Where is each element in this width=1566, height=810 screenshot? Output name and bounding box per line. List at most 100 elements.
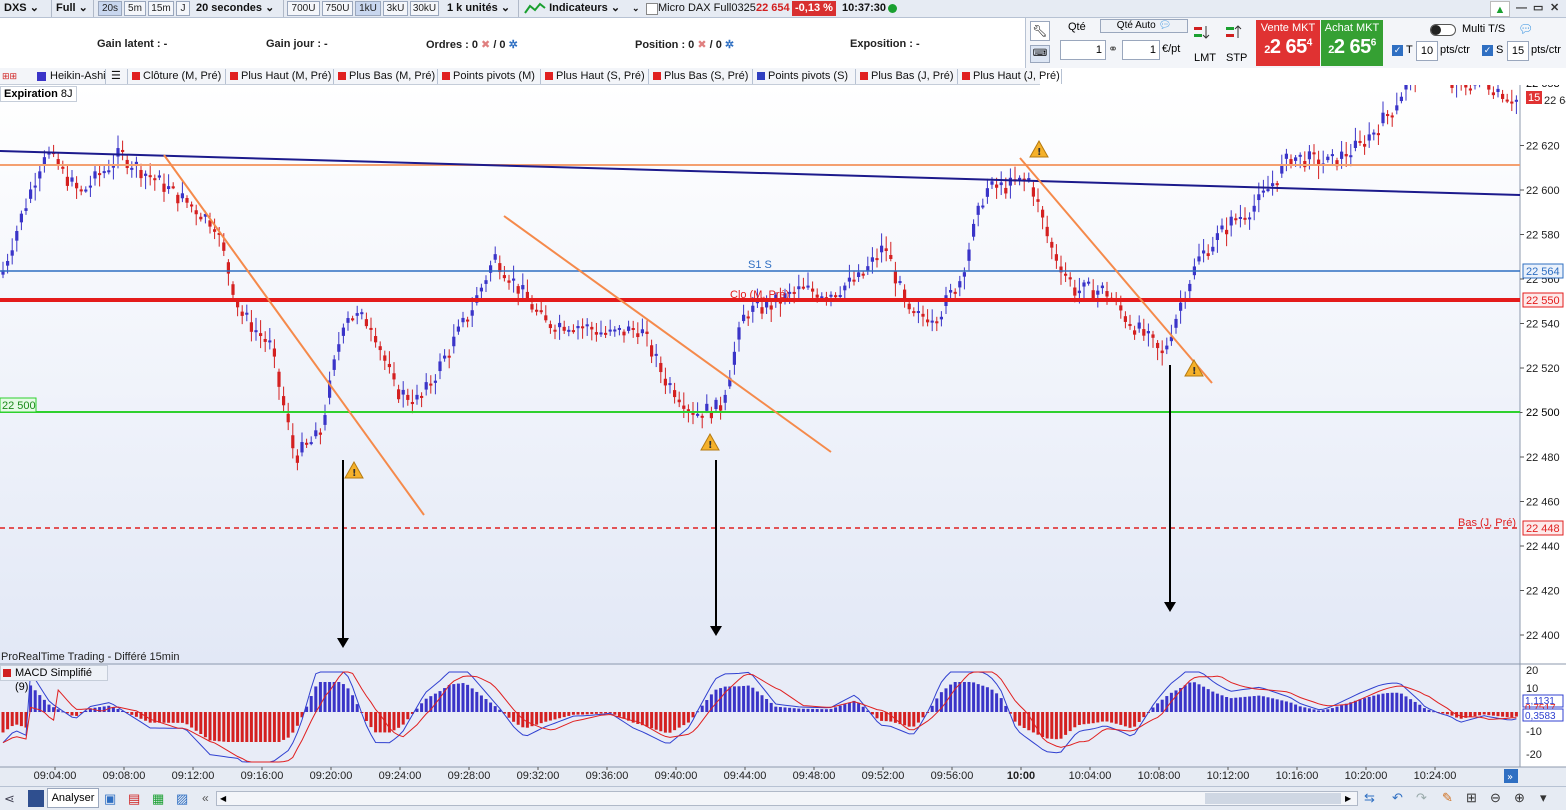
- multi-ts-toggle[interactable]: [1430, 24, 1456, 36]
- s-input[interactable]: 15: [1507, 41, 1529, 61]
- scroll-thumb[interactable]: [1205, 793, 1341, 804]
- unit-button-750U[interactable]: 750U: [322, 1, 353, 16]
- table-icon[interactable]: ▤: [128, 791, 140, 807]
- brush-icon[interactable]: ✎: [1442, 790, 1453, 806]
- timeframe-button-5m[interactable]: 5m: [124, 1, 146, 16]
- macd-panel-label[interactable]: MACD Simplifié (9): [0, 665, 108, 693]
- candle-body: [544, 315, 548, 321]
- unit-button-1kU[interactable]: 1kU: [355, 1, 381, 16]
- sell-market-button[interactable]: Vente MKT 22 654: [1256, 20, 1320, 66]
- analyser-button[interactable]: Analyser: [47, 788, 99, 808]
- point-value-input[interactable]: 1: [1122, 40, 1160, 60]
- minimize-icon[interactable]: —: [1516, 0, 1527, 17]
- cancel-x-icon[interactable]: ✖: [481, 39, 490, 51]
- keyboard-icon[interactable]: ⌨: [1030, 45, 1050, 63]
- redo-icon[interactable]: ↷: [1416, 790, 1427, 806]
- zoom-in-icon[interactable]: ⊕: [1514, 790, 1525, 806]
- scroll-right-arrow-icon[interactable]: ▶: [1345, 794, 1351, 803]
- candle-body: [125, 159, 129, 168]
- macd-bar: [1335, 706, 1339, 712]
- unit-button-700U[interactable]: 700U: [287, 1, 320, 16]
- indicator-color-icon: [962, 72, 970, 80]
- macd-bar: [1482, 712, 1486, 715]
- indicator-tab[interactable]: Plus Bas (M, Pré): [336, 69, 438, 84]
- candle-body: [240, 311, 244, 316]
- limit-order-icon[interactable]: [1192, 24, 1214, 42]
- macd-bar: [406, 712, 410, 720]
- indicator-tab[interactable]: Plus Haut (S, Pré): [543, 69, 649, 84]
- indicator-tab[interactable]: Plus Haut (J, Pré): [960, 69, 1062, 84]
- timeframe-button-15m[interactable]: 15m: [148, 1, 174, 16]
- indicator-tab[interactable]: Points pivots (M): [440, 69, 541, 84]
- candle-body: [420, 395, 424, 398]
- multi-ts-label: Multi T/S: [1462, 23, 1506, 35]
- mode-select[interactable]: Full ⌄: [56, 0, 94, 17]
- chat-icon[interactable]: ▣: [104, 791, 116, 807]
- macd-bar: [889, 712, 893, 722]
- buy-market-button[interactable]: Achat MKT 22 656: [1321, 20, 1383, 66]
- s-unit: pts/ctr: [1531, 44, 1561, 56]
- indicator-tab[interactable]: Plus Haut (M, Pré): [228, 69, 334, 84]
- list-icon[interactable]: ▦: [152, 791, 164, 807]
- s-label: S: [1496, 44, 1504, 56]
- maximize-icon[interactable]: ▭: [1533, 0, 1543, 17]
- stop-order-icon[interactable]: [1224, 24, 1246, 42]
- candle-body: [10, 250, 14, 256]
- timeframe-button-20s[interactable]: 20s: [98, 1, 122, 16]
- candle-body: [194, 210, 198, 215]
- collapse-icon[interactable]: ⌄: [632, 0, 646, 17]
- horizontal-scrollbar[interactable]: ◀ ▶: [216, 791, 1358, 806]
- wrench-icon[interactable]: 🔧︎: [1030, 21, 1050, 41]
- s-checkbox[interactable]: ✓: [1482, 45, 1493, 56]
- interval-select[interactable]: 20 secondes ⌄: [196, 0, 284, 17]
- indicator-tab[interactable]: Plus Bas (J, Pré): [858, 69, 958, 84]
- macd-bar: [1064, 712, 1068, 735]
- qty-input[interactable]: 1: [1060, 40, 1106, 60]
- list-icon[interactable]: ☰: [108, 69, 128, 84]
- gear-icon[interactable]: ✲: [509, 39, 518, 51]
- macd-y-tick-label: 10: [1526, 683, 1538, 695]
- indicator-tab[interactable]: Clôture (M, Pré): [130, 69, 226, 84]
- units-select[interactable]: 1 k unités ⌄: [447, 0, 519, 17]
- indicator-tab[interactable]: Plus Bas (S, Pré): [651, 69, 753, 84]
- timeframe-button-J[interactable]: J: [176, 1, 190, 16]
- gear-icon[interactable]: ✲: [725, 39, 734, 51]
- chart-icon[interactable]: ▨: [176, 791, 188, 807]
- panel-icon[interactable]: [28, 790, 44, 807]
- candle-body: [6, 261, 10, 266]
- macd-bar: [1501, 712, 1505, 717]
- unit-button-30kU[interactable]: 30kU: [410, 1, 439, 16]
- t-checkbox[interactable]: ✓: [1392, 45, 1403, 56]
- macd-bar: [475, 691, 479, 712]
- macd-bar: [815, 709, 819, 712]
- t-input[interactable]: 10: [1416, 41, 1438, 61]
- scroll-left-arrow-icon[interactable]: ◀: [220, 794, 226, 803]
- chart-type-tab[interactable]: Heikin-Ashi: [34, 69, 106, 84]
- close-icon[interactable]: ✕: [1550, 0, 1559, 17]
- indicators-button[interactable]: Indicateurs ⌄: [524, 0, 628, 17]
- undo-icon[interactable]: ↶: [1392, 790, 1403, 806]
- price-chart[interactable]: 22 62022 60022 58022 56022 54022 52022 5…: [0, 85, 1566, 786]
- bottom-toolbar: ⋖ Analyser ▣ ▤ ▦ ▨ « ◀ ▶ ⇆ ↶ ↷ ✎ ⊞ ⊖ ⊕ ▾: [0, 786, 1566, 810]
- more-icon[interactable]: ▾: [1540, 790, 1547, 806]
- share-icon[interactable]: ⋖: [4, 791, 15, 807]
- macd-bar: [1478, 712, 1482, 716]
- add-indicator-icon[interactable]: ⊞⊞: [2, 71, 17, 82]
- candle-body: [479, 287, 483, 292]
- indicator-tab[interactable]: Points pivots (S): [755, 69, 856, 84]
- qty-auto-button[interactable]: Qté Auto 💬︎: [1100, 19, 1188, 33]
- candle-body: [590, 326, 594, 330]
- symbol-select[interactable]: DXS ⌄: [4, 0, 52, 17]
- x-tick-label: 10:08:00: [1138, 770, 1181, 782]
- candle-body: [1225, 229, 1229, 235]
- candle-body: [107, 170, 111, 173]
- scroll-left-icon[interactable]: «: [202, 791, 209, 805]
- link-icon[interactable]: ⚭: [1108, 42, 1122, 58]
- macd-bar: [1234, 697, 1238, 712]
- zoom-out-icon[interactable]: ⊖: [1490, 790, 1501, 806]
- crosshair-icon[interactable]: ⊞: [1466, 790, 1477, 806]
- drawing-tools-icon[interactable]: ⇆: [1364, 790, 1375, 806]
- cancel-x-icon[interactable]: ✖: [697, 39, 706, 51]
- candle-body: [985, 188, 989, 197]
- unit-button-3kU[interactable]: 3kU: [383, 1, 408, 16]
